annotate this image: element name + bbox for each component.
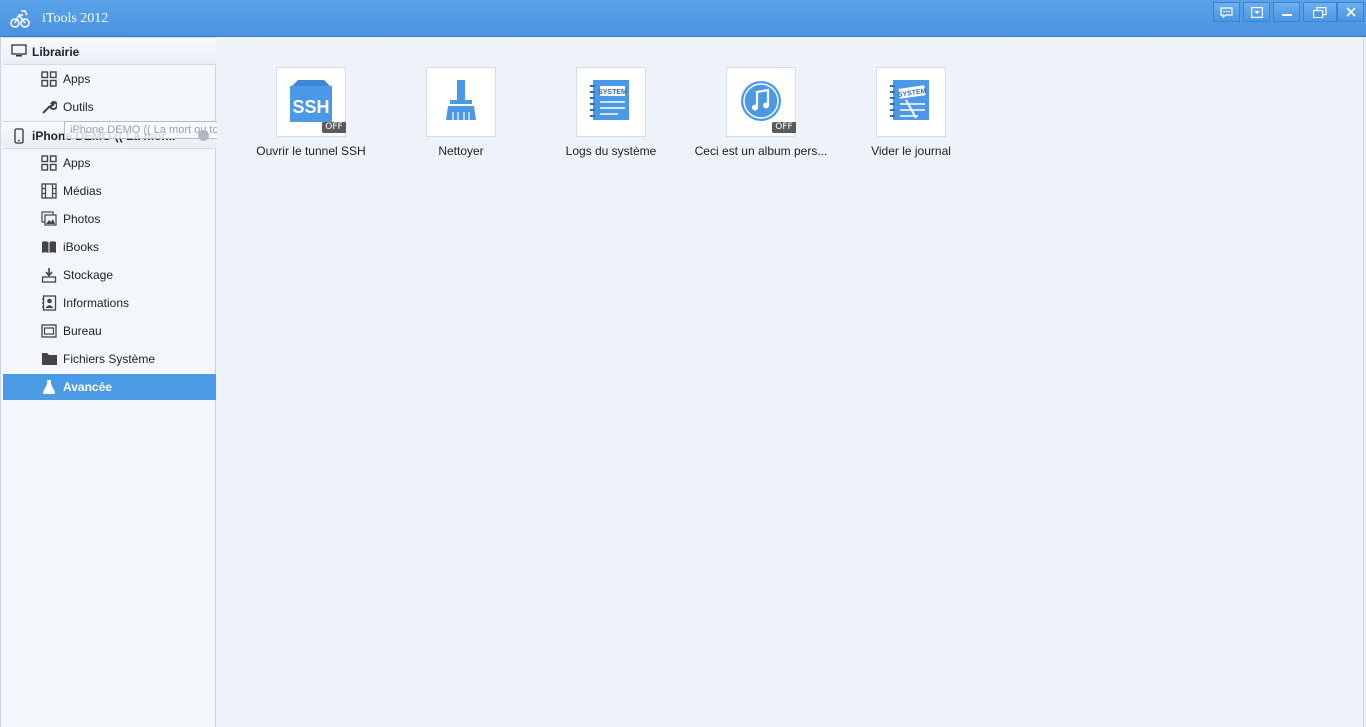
restore-icon xyxy=(1313,6,1327,18)
itools-logo-icon xyxy=(8,7,32,31)
sidebar-item-label: Bureau xyxy=(63,324,102,338)
sidebar-item-tools[interactable]: Outils xyxy=(3,94,216,120)
title-bar: iTools 2012 xyxy=(0,0,1366,37)
tool-clean[interactable]: Nettoyer xyxy=(376,67,526,167)
tool-tile[interactable]: SYSTEM xyxy=(876,67,946,137)
chat-icon xyxy=(1220,6,1233,18)
film-icon xyxy=(41,183,58,199)
flask-icon xyxy=(41,379,58,395)
app-title: iTools 2012 xyxy=(42,11,109,26)
tool-label: Nettoyer xyxy=(438,144,484,158)
tool-tile[interactable]: OFF xyxy=(726,67,796,137)
sidebar-item-label: Photos xyxy=(63,212,101,226)
sidebar-item-medias[interactable]: Médias xyxy=(3,178,216,204)
minimize-icon xyxy=(1281,7,1292,17)
tool-ssh-tunnel[interactable]: SSH OFF Ouvrir le tunnel SSH xyxy=(226,67,376,167)
restore-button[interactable] xyxy=(1303,2,1337,22)
minimize-button[interactable] xyxy=(1273,2,1300,22)
tool-tile[interactable] xyxy=(426,67,496,137)
sidebar-item-system-files[interactable]: Fichiers Système xyxy=(3,346,216,372)
sidebar-item-label: iBooks xyxy=(63,240,100,254)
contact-icon xyxy=(41,295,58,311)
eject-icon[interactable] xyxy=(198,130,209,141)
tool-label: Vider le journal xyxy=(871,144,951,158)
close-icon xyxy=(1345,7,1356,17)
sidebar-item-label: Informations xyxy=(63,296,130,310)
tool-label: Logs du système xyxy=(565,144,657,158)
tool-label: Ceci est un album pers... xyxy=(694,144,828,158)
storage-icon xyxy=(41,267,58,283)
system-icon-text: SYSTEM xyxy=(598,89,627,96)
feedback-button[interactable] xyxy=(1213,2,1240,22)
sidebar-item-photos[interactable]: Photos xyxy=(3,206,216,232)
ssh-icon-text: SSH xyxy=(292,97,329,117)
tool-tile[interactable]: SSH OFF xyxy=(276,67,346,137)
menu-button[interactable] xyxy=(1243,2,1270,22)
phone-icon xyxy=(11,128,27,147)
main-panel: SSH OFF Ouvrir le tunnel SSH Nettoyer SY… xyxy=(217,37,1364,727)
tool-clear-journal[interactable]: SYSTEM Vider le journal xyxy=(826,67,976,167)
status-badge: OFF xyxy=(322,122,346,133)
sidebar-item-label: Apps xyxy=(63,72,91,86)
sidebar-item-library-apps[interactable]: Apps xyxy=(3,66,216,92)
close-button[interactable] xyxy=(1337,2,1364,22)
tool-label: Ouvrir le tunnel SSH xyxy=(256,144,366,158)
tool-tile[interactable]: SYSTEM xyxy=(576,67,646,137)
sidebar: Librairie Apps Outils iPhone DEMO (( La … xyxy=(0,37,216,727)
sidebar-item-label: Fichiers Système xyxy=(63,352,156,366)
book-icon xyxy=(41,239,58,255)
sidebar-item-ibooks[interactable]: iBooks xyxy=(3,234,216,260)
folder-icon xyxy=(41,351,58,367)
tool-album[interactable]: OFF Ceci est un album pers... xyxy=(676,67,827,167)
grid-icon xyxy=(41,71,58,87)
section-library[interactable]: Librairie xyxy=(3,37,216,65)
sidebar-item-label: Stockage xyxy=(63,268,114,282)
sidebar-item-label: Médias xyxy=(63,184,102,198)
wrench-icon xyxy=(41,99,58,115)
sidebar-item-informations[interactable]: Informations xyxy=(3,290,216,316)
photo-icon xyxy=(41,211,58,227)
monitor-icon xyxy=(11,44,27,61)
dropdown-icon xyxy=(1250,6,1263,18)
sidebar-item-label: Avancée xyxy=(63,380,112,394)
section-library-label: Librairie xyxy=(32,45,80,59)
sidebar-item-label: Apps xyxy=(63,156,91,170)
status-badge: OFF xyxy=(772,122,796,133)
desktop-icon xyxy=(41,323,58,339)
sidebar-item-storage[interactable]: Stockage xyxy=(3,262,216,288)
sidebar-item-desktop[interactable]: Bureau xyxy=(3,318,216,344)
tool-system-logs[interactable]: SYSTEM Logs du système xyxy=(526,67,676,167)
grid-icon xyxy=(41,155,58,171)
sidebar-item-device-apps[interactable]: Apps xyxy=(3,150,216,176)
sidebar-item-label: Outils xyxy=(63,100,94,114)
sidebar-item-advanced[interactable]: Avancée xyxy=(3,374,216,400)
